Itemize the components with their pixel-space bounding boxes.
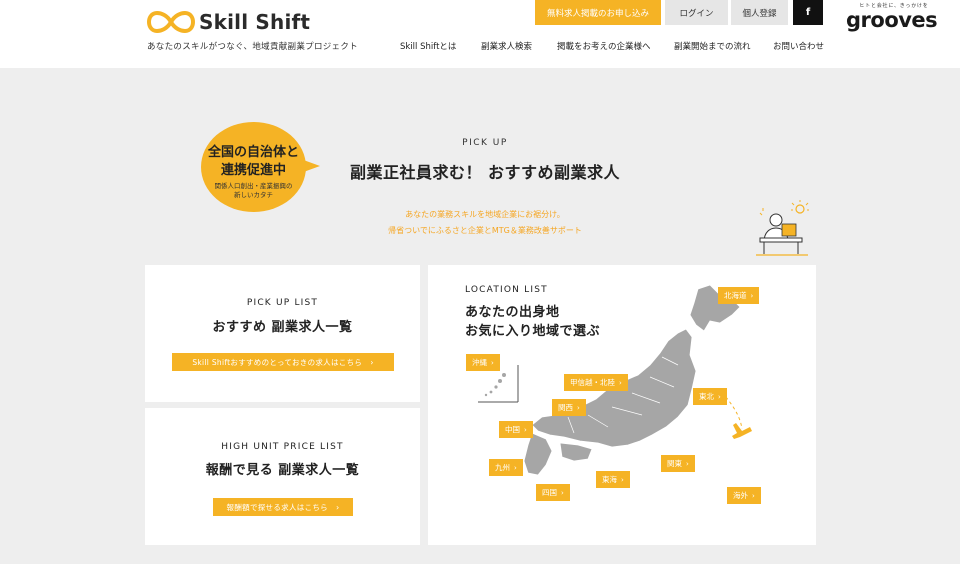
nav-contact[interactable]: お問い合わせ: [773, 40, 824, 52]
chevron-right-icon: ›: [619, 378, 622, 387]
kyushu-shape: [523, 432, 553, 476]
pickup-list-card: PICK UP LIST おすすめ 副業求人一覧 Skill Shiftおすすめ…: [145, 265, 420, 402]
skill-shift-logo[interactable]: Skill Shift: [147, 10, 310, 34]
chevron-right-icon: ›: [335, 502, 340, 512]
chevron-right-icon: ›: [491, 358, 494, 367]
region-hokkaido-label: 北海道: [724, 291, 747, 300]
high-price-list-card: HIGH UNIT PRICE LIST 報酬で見る 副業求人一覧 報酬額で探せ…: [145, 408, 420, 545]
chevron-right-icon: ›: [718, 392, 721, 401]
region-kyushu[interactable]: 九州 ›: [489, 459, 523, 476]
nav-about[interactable]: Skill Shiftとは: [400, 40, 456, 52]
region-shikoku[interactable]: 四国 ›: [536, 484, 570, 501]
chevron-right-icon: ›: [577, 403, 580, 412]
pickup-list-button-label: Skill Shiftおすすめのとっておきの求人はこちら: [192, 357, 363, 367]
region-overseas-label: 海外: [733, 491, 748, 500]
chevron-right-icon: ›: [621, 475, 624, 484]
region-tokai-label: 東海: [602, 475, 617, 484]
region-kanto[interactable]: 関東 ›: [661, 455, 695, 472]
region-okinawa-label: 沖縄: [472, 358, 487, 367]
high-price-list-title: 報酬で見る 副業求人一覧: [205, 463, 360, 478]
pickup-list-title: おすすめ 副業求人一覧: [212, 320, 353, 335]
facebook-icon[interactable]: f: [793, 0, 823, 25]
region-kyushu-label: 九州: [495, 463, 510, 472]
free-listing-button[interactable]: 無料求人掲載のお申し込み: [535, 0, 661, 25]
hero-title: 副業正社員求む！ おすすめ副業求人: [349, 163, 621, 182]
chevron-right-icon: ›: [514, 463, 517, 472]
hero-subtitle-1: あなたの業務スキルを地域企業にお裾分け。: [405, 210, 565, 219]
shikoku-shape: [559, 442, 593, 462]
region-hokkaido[interactable]: 北海道 ›: [718, 287, 760, 304]
chevron-right-icon: ›: [686, 459, 689, 468]
chevron-right-icon: ›: [750, 291, 754, 300]
person-at-desk-illustration: [756, 200, 809, 256]
grooves-logo[interactable]: ヒトと会社に、きっかけを grooves: [846, 2, 946, 31]
logo-text: Skill Shift: [199, 10, 311, 34]
pickup-list-button[interactable]: Skill Shiftおすすめのとっておきの求人はこちら ›: [172, 353, 394, 371]
high-price-list-label: HIGH UNIT PRICE LIST: [221, 442, 344, 452]
region-chugoku-label: 中国: [505, 425, 520, 434]
chevron-right-icon: ›: [752, 491, 755, 500]
region-kanto-label: 関東: [667, 459, 682, 468]
pickup-label: PICK UP: [462, 138, 508, 148]
lightbulb-icon: [791, 200, 809, 214]
nav-for-companies[interactable]: 掲載をお考えの企業様へ: [557, 40, 651, 52]
badge-line2: 連携促進中: [220, 163, 286, 178]
location-list-card: LOCATION LIST あなたの出身地 お気に入り地域で選ぶ 北海道 › 沖縄…: [428, 265, 816, 545]
region-koshinetsu-label: 甲信越・北陸: [570, 378, 615, 387]
municipality-badge[interactable]: 全国の自治体と 連携促進中 関係人口創出・産業振興の 新しいカタチ: [201, 122, 306, 212]
region-koshinetsu-hokuriku[interactable]: 甲信越・北陸 ›: [564, 374, 628, 391]
airplane-icon: [725, 396, 752, 439]
region-shikoku-label: 四国: [542, 488, 557, 497]
chevron-right-icon: ›: [524, 425, 527, 434]
region-kansai[interactable]: 関西 ›: [552, 399, 586, 416]
grooves-logo-text: grooves: [846, 8, 938, 32]
register-button[interactable]: 個人登録: [731, 0, 788, 25]
region-tohoku-label: 東北: [699, 392, 714, 401]
badge-line4: 新しいカタチ: [234, 191, 273, 199]
login-button[interactable]: ログイン: [665, 0, 728, 25]
site-header: Skill Shift あなたのスキルがつなぐ、地域貢献副業プロジェクト 無料求…: [0, 0, 960, 68]
region-chugoku[interactable]: 中国 ›: [499, 421, 533, 438]
infinity-logo-icon: [147, 10, 195, 34]
region-okinawa[interactable]: 沖縄 ›: [466, 354, 500, 371]
region-overseas[interactable]: 海外 ›: [727, 487, 761, 504]
chevron-right-icon: ›: [561, 488, 564, 497]
tagline: あなたのスキルがつなぐ、地域貢献副業プロジェクト: [147, 42, 358, 52]
high-price-list-button[interactable]: 報酬額で探せる求人はこちら ›: [213, 498, 353, 516]
badge-line1: 全国の自治体と: [207, 145, 299, 160]
nav-flow[interactable]: 副業開始までの流れ: [674, 40, 751, 52]
pickup-list-label: PICK UP LIST: [246, 298, 319, 308]
region-tohoku[interactable]: 東北 ›: [693, 388, 727, 405]
region-kansai-label: 関西: [558, 403, 573, 412]
region-tokai[interactable]: 東海 ›: [596, 471, 630, 488]
chevron-right-icon: ›: [370, 357, 374, 367]
hero-subtitle-2: 帰省ついでにふるさと企業とMTG＆業務改善サポート: [388, 226, 582, 235]
nav-job-search[interactable]: 副業求人検索: [481, 40, 532, 52]
high-price-list-button-label: 報酬額で探せる求人はこちら: [226, 502, 328, 512]
